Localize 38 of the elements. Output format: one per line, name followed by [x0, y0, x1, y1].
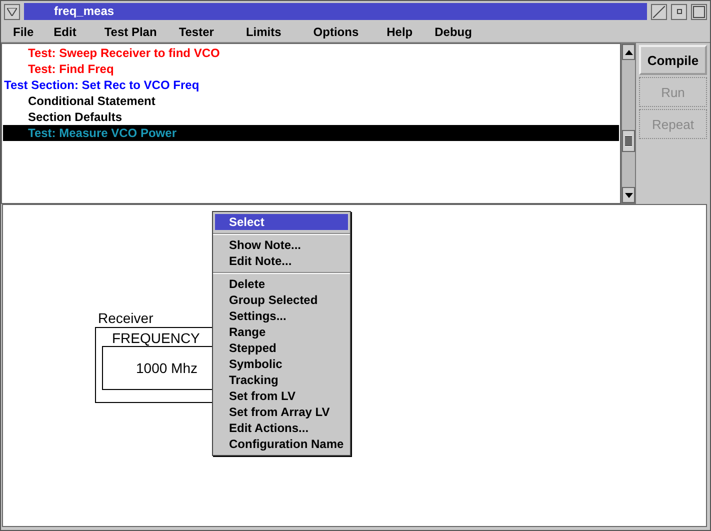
outline-item[interactable]: Section Defaults — [3, 109, 619, 125]
menu-item[interactable]: Tester — [170, 25, 222, 39]
scrollbar[interactable] — [621, 43, 636, 204]
context-menu-item[interactable]: Select — [215, 214, 348, 230]
context-menu-item[interactable]: Group Selected — [215, 292, 348, 308]
context-menu-item[interactable]: Set from Array LV — [215, 404, 348, 420]
outline-item[interactable]: Test Section: Set Rec to VCO Freq — [3, 77, 619, 93]
maximize-icon — [693, 6, 705, 18]
down-arrow-icon — [624, 192, 632, 198]
window-title: freq_meas — [24, 3, 647, 20]
outline-item[interactable]: Test: Sweep Receiver to find VCO — [3, 45, 619, 61]
outline-item[interactable]: Test: Measure VCO Power — [3, 125, 619, 141]
context-menu-item[interactable]: Delete — [215, 276, 348, 292]
action-button[interactable]: Compile — [639, 45, 707, 75]
context-menu-item[interactable]: Edit Actions... — [215, 420, 348, 436]
triangle-icon — [7, 8, 17, 16]
field-label: FREQUENCY — [112, 330, 200, 346]
menu-item[interactable]: Edit — [46, 25, 84, 39]
context-menu-item[interactable]: Edit Note... — [215, 253, 348, 269]
menu-item[interactable]: File — [5, 25, 42, 39]
maximize-button[interactable] — [691, 4, 707, 20]
context-menu-item[interactable]: Settings... — [215, 308, 348, 324]
window-menu-button[interactable] — [4, 4, 20, 20]
outline-item[interactable]: Conditional Statement — [3, 93, 619, 109]
grip-icon — [625, 136, 632, 146]
menu-item[interactable]: Test Plan — [96, 25, 165, 39]
menu-item[interactable]: Limits — [238, 25, 290, 39]
resize-icon — [653, 6, 665, 18]
minimize-icon — [676, 9, 682, 14]
minimize-button[interactable] — [671, 4, 687, 20]
node-title: Receiver — [98, 310, 154, 326]
menu-item[interactable]: Debug — [426, 25, 480, 39]
outline-item[interactable]: Test: Find Freq — [3, 61, 619, 77]
context-menu-item[interactable]: Show Note... — [215, 237, 348, 253]
up-arrow-icon — [624, 50, 632, 54]
context-menu-item[interactable]: Configuration Name — [215, 436, 348, 452]
menu-item[interactable]: Options — [305, 25, 367, 39]
menu-item[interactable]: Help — [378, 25, 421, 39]
